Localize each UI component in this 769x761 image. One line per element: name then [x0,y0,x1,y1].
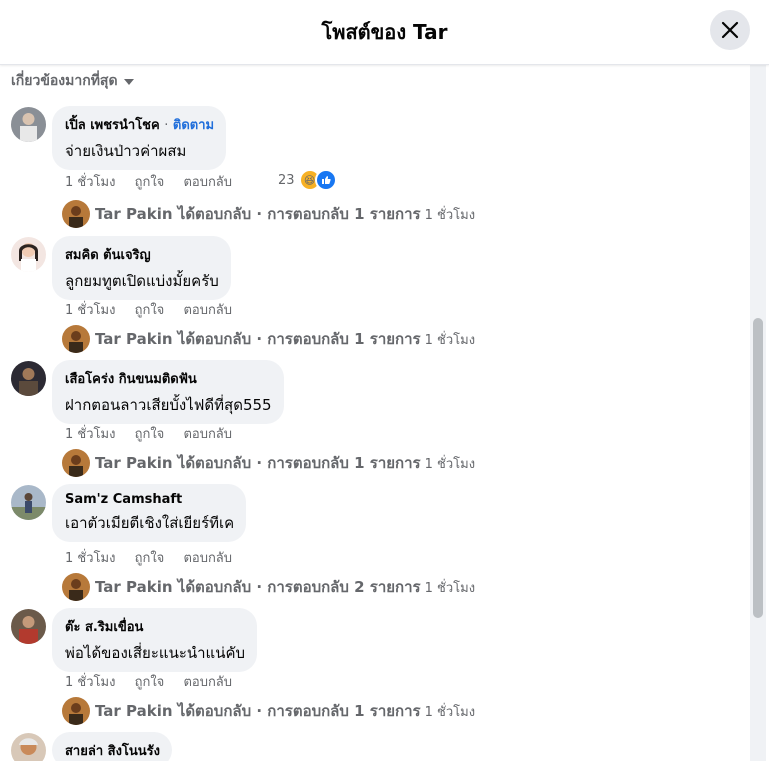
commenter-name[interactable]: Sam'z Camshaft [65,492,182,507]
comment-time[interactable]: 1 ชั่วโมง [65,427,115,442]
caret-down-icon [123,79,134,85]
view-replies-link[interactable]: Tar Pakin ได้ตอบกลับ · การตอบกลับ 2 รายก… [62,573,475,601]
comment-text: ฝากตอนลาวเสียบั้งไฟดีที่สุด555 [65,396,272,414]
comment-bubble: เสือโคร่ง กินขนมติดฟัน ฝากตอนลาวเสียบั้ง… [52,360,284,424]
comment-text: เอาตัวเมียตีเชิงใส่เยียร์ทีเค [65,514,235,532]
comment-time[interactable]: 1 ชั่วโมง [65,551,115,566]
follow-link[interactable]: ติดตาม [173,118,214,133]
comment-bubble: เปิ้ล เพชรนำโชค · ติดตาม จ่ายเงินป่าวค่า… [52,106,227,170]
reply-button[interactable]: ตอบกลับ [183,175,232,190]
comment-time[interactable]: 1 ชั่วโมง [65,303,115,318]
reply-time: 1 ชั่วโมง [424,207,476,223]
close-button[interactable] [710,10,750,50]
comment-bubble: สายล่า สิงโนนรัง [52,732,173,761]
avatar[interactable] [11,609,46,644]
comment-actions: 1 ชั่วโมง ถูกใจ ตอบกลับ [65,171,247,192]
view-replies-link[interactable]: Tar Pakin ได้ตอบกลับ · การตอบกลับ 1 รายก… [62,449,475,477]
close-icon [721,21,739,39]
comment-text: พ่อได้ของเสี่ยะแนะนำแน่คับ [65,644,246,662]
reply-summary: Tar Pakin ได้ตอบกลับ · การตอบกลับ 2 รายก… [95,578,421,596]
comment-actions: 1 ชั่วโมง ถูกใจ ตอบกลับ [65,547,247,568]
replier-avatar [62,449,90,477]
reaction-summary[interactable]: 23 😆 [278,169,337,191]
comment-bubble: Sam'z Camshaft เอาตัวเมียตีเชิงใส่เยียร์… [52,484,247,542]
avatar[interactable] [11,237,46,272]
dialog-title: โพสต์ของ Tar [321,20,448,44]
comment-bubble: สมคิด ต้นเจริญ ลูกยมทูตเปิดแบ่งมั้ยครับ [52,236,231,300]
comment-text: จ่ายเงินป่าวค่าผสม [65,142,187,160]
view-replies-link[interactable]: Tar Pakin ได้ตอบกลับ · การตอบกลับ 1 รายก… [62,200,475,228]
view-replies-link[interactable]: Tar Pakin ได้ตอบกลับ · การตอบกลับ 1 รายก… [62,697,475,725]
replier-avatar [62,325,90,353]
like-button[interactable]: ถูกใจ [135,551,165,566]
replier-avatar [62,697,90,725]
comments-scroll-area[interactable]: เกี่ยวข้องมากที่สุด เปิ้ล เพชรนำโชค · ติ… [0,65,769,761]
comment-bubble: ต๊ะ ส.ริมเขื่อน พ่อได้ของเสี่ยะแนะนำแน่ค… [52,608,258,672]
comment-text: ลูกยมทูตเปิดแบ่งมั้ยครับ [65,272,219,290]
scrollbar-thumb[interactable] [753,318,763,618]
reply-summary: Tar Pakin ได้ตอบกลับ · การตอบกลับ 1 รายก… [95,454,421,472]
comment-actions: 1 ชั่วโมง ถูกใจ ตอบกลับ [65,671,247,692]
commenter-name[interactable]: สายล่า สิงโนนรัง [65,744,160,759]
like-button[interactable]: ถูกใจ [135,303,165,318]
comment-time[interactable]: 1 ชั่วโมง [65,175,115,190]
avatar[interactable] [11,107,46,142]
like-button[interactable]: ถูกใจ [135,175,165,190]
commenter-name[interactable]: ต๊ะ ส.ริมเขื่อน [65,620,143,635]
like-button[interactable]: ถูกใจ [135,675,165,690]
separator: · [164,118,169,133]
reply-time: 1 ชั่วโมง [424,704,476,720]
commenter-name[interactable]: สมคิด ต้นเจริญ [65,248,151,263]
like-button[interactable]: ถูกใจ [135,427,165,442]
commenter-name[interactable]: เปิ้ล เพชรนำโชค [65,118,160,133]
replier-avatar [62,200,90,228]
sort-dropdown[interactable]: เกี่ยวข้องมากที่สุด [11,70,134,92]
like-icon [314,169,337,191]
avatar[interactable] [11,361,46,396]
dialog-header: โพสต์ของ Tar [0,0,769,65]
reply-button[interactable]: ตอบกลับ [183,551,232,566]
reply-summary: Tar Pakin ได้ตอบกลับ · การตอบกลับ 1 รายก… [95,702,421,720]
avatar[interactable] [11,733,46,761]
sort-label: เกี่ยวข้องมากที่สุด [11,73,118,89]
commenter-name[interactable]: เสือโคร่ง กินขนมติดฟัน [65,372,197,387]
avatar[interactable] [11,485,46,520]
reply-time: 1 ชั่วโมง [424,580,476,596]
reply-button[interactable]: ตอบกลับ [183,675,232,690]
reply-summary: Tar Pakin ได้ตอบกลับ · การตอบกลับ 1 รายก… [95,205,421,223]
reply-button[interactable]: ตอบกลับ [183,303,232,318]
replier-avatar [62,573,90,601]
reaction-count: 23 [278,172,295,188]
view-replies-link[interactable]: Tar Pakin ได้ตอบกลับ · การตอบกลับ 1 รายก… [62,325,475,353]
reply-button[interactable]: ตอบกลับ [183,427,232,442]
comment-actions: 1 ชั่วโมง ถูกใจ ตอบกลับ [65,299,247,320]
reply-time: 1 ชั่วโมง [424,332,476,348]
comment-time[interactable]: 1 ชั่วโมง [65,675,115,690]
comment-actions: 1 ชั่วโมง ถูกใจ ตอบกลับ [65,423,247,444]
reply-summary: Tar Pakin ได้ตอบกลับ · การตอบกลับ 1 รายก… [95,330,421,348]
reply-time: 1 ชั่วโมง [424,456,476,472]
